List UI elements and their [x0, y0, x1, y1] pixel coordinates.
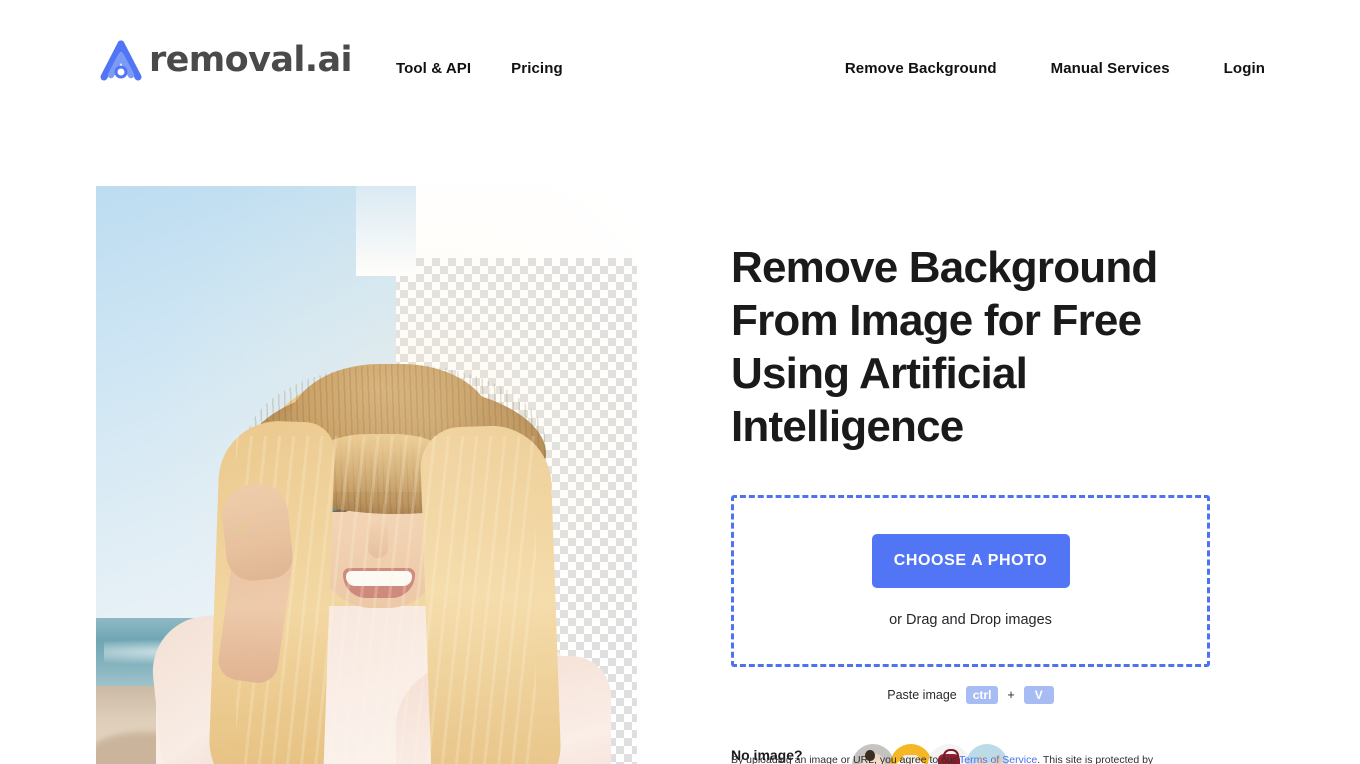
nav-link-manual-services[interactable]: Manual Services [1051, 60, 1170, 77]
nav-link-tool-api[interactable]: Tool & API [396, 60, 471, 77]
terms-prefix: By uploading an image or URL, you agree … [731, 754, 960, 764]
removal-ai-logo-icon [96, 37, 146, 87]
key-v: V [1023, 686, 1054, 704]
nav-link-login[interactable]: Login [1224, 60, 1265, 77]
drag-drop-hint: or Drag and Drop images [889, 612, 1052, 628]
landing-page: removal.ai Tool & API Pricing Remove Bac… [0, 0, 1360, 764]
paste-image-label: Paste image [887, 688, 957, 702]
key-ctrl: ctrl [965, 686, 999, 704]
primary-nav-right: Remove Background Manual Services Login [845, 60, 1265, 77]
hero-section: Remove Background From Image for Free Us… [731, 186, 1231, 764]
page-title: Remove Background From Image for Free Us… [731, 243, 1158, 451]
key-separator: + [1007, 688, 1015, 702]
terms-suffix: . This site is protected by [1037, 754, 1154, 764]
terms-notice: By uploading an image or URL, you agree … [731, 753, 1231, 764]
choose-a-photo-button[interactable]: CHOOSE A PHOTO [871, 534, 1070, 588]
primary-nav-left: Tool & API Pricing [396, 60, 563, 77]
photo-sky-highlight [356, 186, 416, 276]
nav-link-pricing[interactable]: Pricing [511, 60, 563, 77]
nav-link-remove-background[interactable]: Remove Background [845, 60, 997, 77]
brand-name: removal.ai [149, 40, 352, 80]
upload-dropzone[interactable]: CHOOSE A PHOTO or Drag and Drop images [731, 495, 1210, 667]
demo-image-panel [96, 186, 637, 764]
demo-photo [96, 186, 637, 764]
site-header: removal.ai Tool & API Pricing Remove Bac… [0, 0, 1360, 126]
terms-of-service-link[interactable]: Terms of Service [959, 754, 1037, 764]
brand-logo-link[interactable]: removal.ai [96, 36, 352, 88]
paste-image-row: Paste image ctrl + V [731, 686, 1210, 704]
